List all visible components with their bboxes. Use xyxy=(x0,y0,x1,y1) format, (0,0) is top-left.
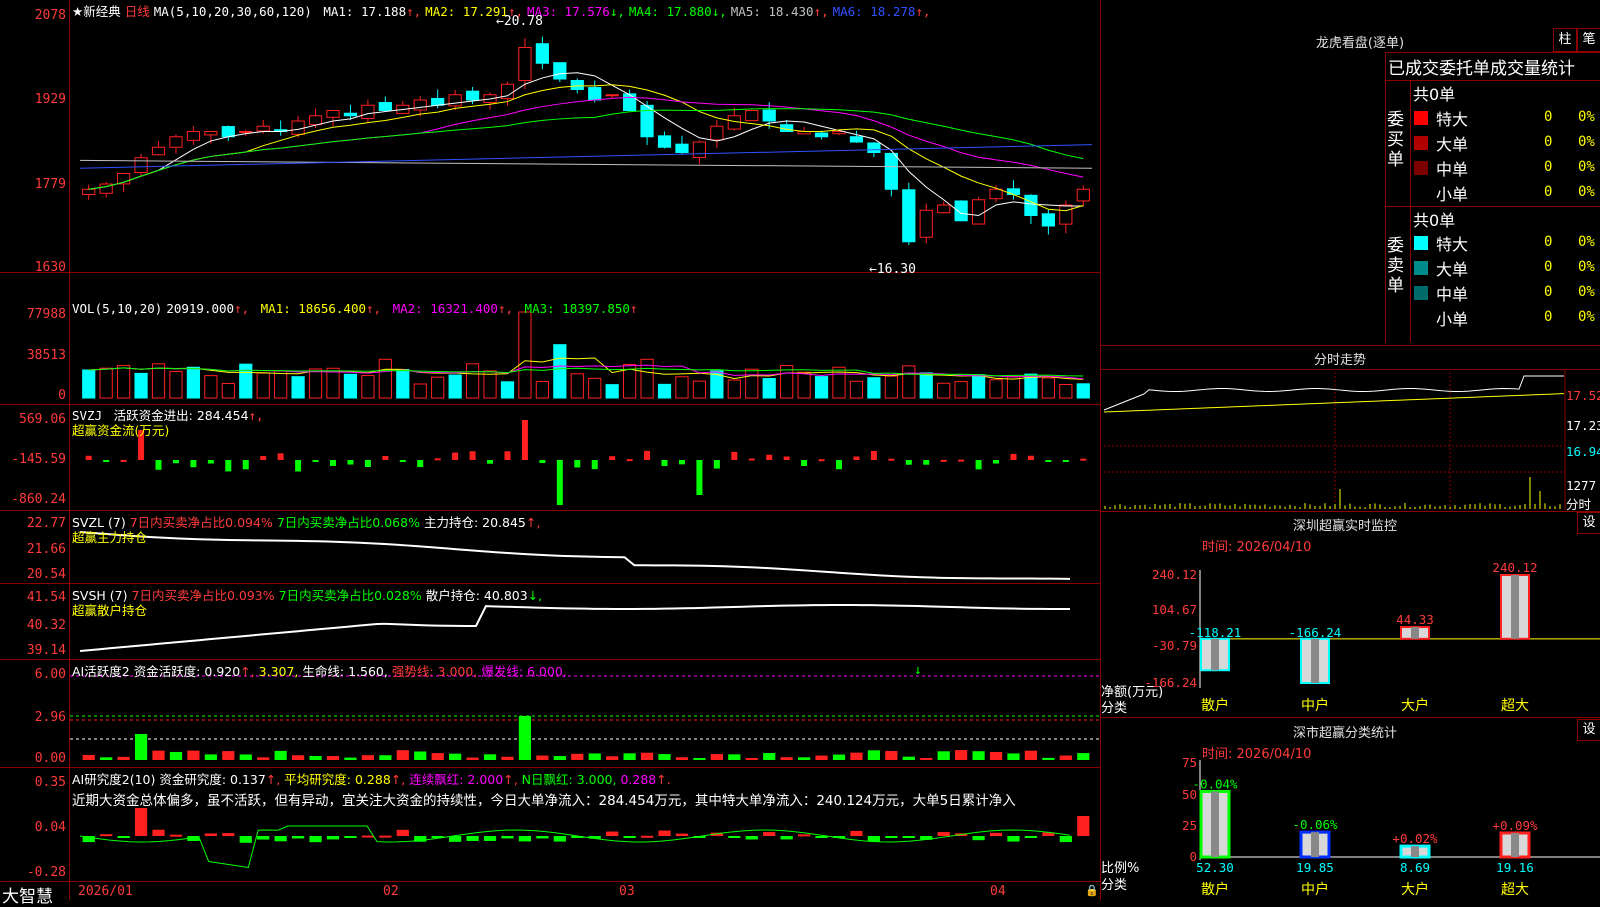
monitor-bar-shade xyxy=(1411,627,1419,639)
monitor-tick: 240.12 xyxy=(1152,567,1197,582)
stats-delta-label: +0.09% xyxy=(1492,818,1538,833)
monitor-bar-label: 240.12 xyxy=(1492,560,1537,575)
monitor-bar-label: 44.33 xyxy=(1396,612,1434,627)
stats-delta-label: -0.04% xyxy=(1192,776,1238,791)
price-line xyxy=(1103,375,1564,411)
stats-bar-shade xyxy=(1411,846,1419,857)
stats-delta-label: -0.06% xyxy=(1292,817,1338,832)
monitor-bar-label: -166.24 xyxy=(1289,625,1342,640)
stats-tick: 25 xyxy=(1182,818,1197,833)
monitor-bar-shade xyxy=(1211,638,1219,671)
category-label: 中户 xyxy=(1301,881,1329,898)
monitor-tick: -166.24 xyxy=(1144,675,1197,690)
category-label: 中户 xyxy=(1301,697,1329,714)
category-label: 散户 xyxy=(1201,881,1229,898)
monitor-bar-shade xyxy=(1311,638,1319,683)
category-label: 超大 xyxy=(1501,882,1529,898)
monitor-tick: -30.79 xyxy=(1152,638,1197,653)
category-label: 大户 xyxy=(1401,881,1429,898)
stats-tick: 75 xyxy=(1182,755,1197,770)
category-label: 散户 xyxy=(1201,697,1229,714)
right-chart-canvas: 240.12 104.67 -30.79 -166.24 -118.21 散户 -166.2… xyxy=(1103,370,1600,898)
stats-delta-label: +0.02% xyxy=(1392,831,1438,846)
avg-line xyxy=(1103,393,1565,413)
stats-value-label: 19.16 xyxy=(1496,860,1534,875)
stats-value-label: 8.69 xyxy=(1400,860,1430,875)
category-label: 超大 xyxy=(1501,698,1529,714)
monitor-bar-label: -118.21 xyxy=(1189,625,1242,640)
stats-bar-shade xyxy=(1311,832,1319,857)
stats-bar-shade xyxy=(1211,791,1219,857)
stats-bar-shade xyxy=(1511,832,1519,857)
stats-value-label: 52.30 xyxy=(1196,860,1234,875)
category-label: 大户 xyxy=(1401,697,1429,714)
stats-value-label: 19.85 xyxy=(1296,860,1334,875)
monitor-bar-shade xyxy=(1511,575,1519,639)
monitor-tick: 104.67 xyxy=(1152,602,1197,617)
